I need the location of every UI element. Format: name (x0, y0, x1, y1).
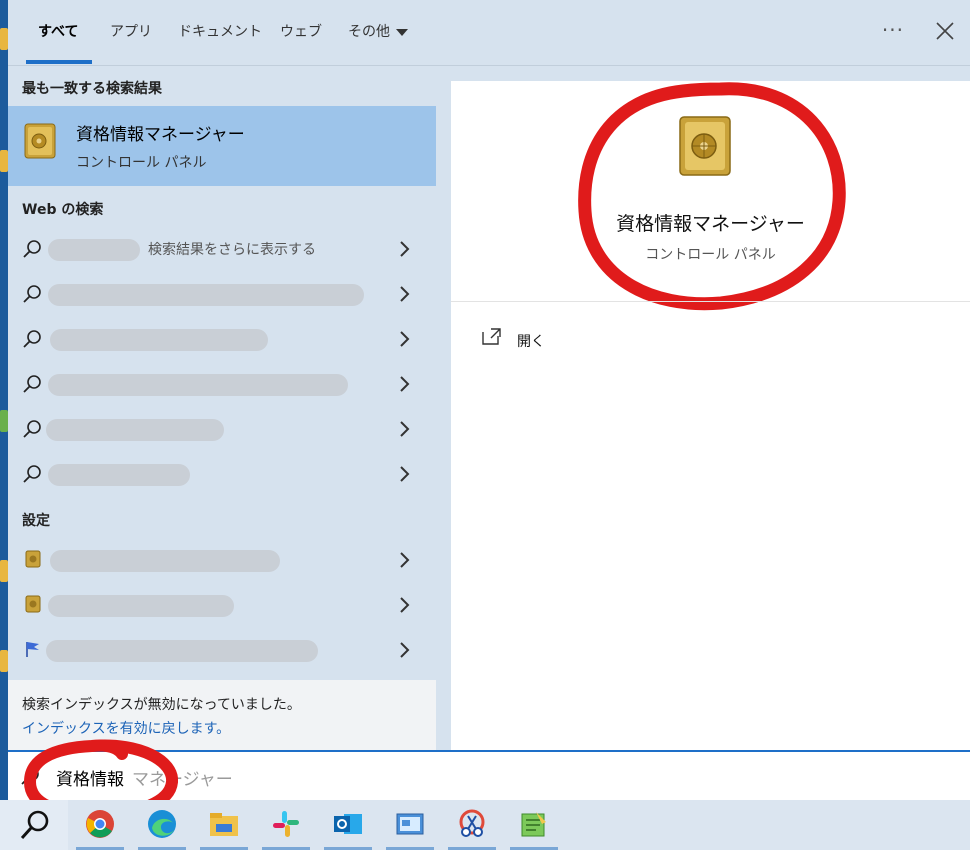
settings-result-row[interactable] (8, 628, 436, 672)
open-label: 開く (517, 334, 545, 350)
chrome-icon[interactable] (76, 808, 124, 850)
web-search-heading: Web の検索 (22, 202, 104, 218)
detail-subtitle: コントロール パネル (645, 247, 776, 263)
settings-result-row[interactable] (8, 583, 436, 627)
desktop-icon[interactable] (0, 560, 8, 582)
tab-all[interactable]: すべて (38, 20, 78, 46)
desktop-icon[interactable] (0, 150, 8, 172)
redacted-text (50, 329, 268, 351)
tab-more[interactable]: その他 (348, 20, 408, 46)
snipping-tool-icon[interactable] (448, 808, 496, 850)
edge-icon[interactable] (138, 808, 186, 850)
chevron-right-icon (400, 597, 410, 613)
best-match-subtitle: コントロール パネル (76, 155, 207, 171)
detail-pane: 資格情報マネージャー コントロール パネル 開く (451, 81, 970, 750)
credential-manager-icon (25, 595, 41, 613)
chevron-right-icon (400, 286, 410, 302)
results-list: 最も一致する検索結果 資格情報マネージャー コントロール パネル Web の検索… (8, 66, 436, 750)
web-result-row[interactable] (8, 362, 436, 406)
chevron-right-icon (400, 466, 410, 482)
search-autocomplete-hint: マネージャー (132, 770, 233, 790)
flag-icon (26, 642, 39, 657)
tab-web[interactable]: ウェブ (280, 20, 322, 46)
best-match-title: 資格情報マネージャー (76, 125, 245, 145)
search-icon (23, 240, 41, 258)
index-notice-text: 検索インデックスが無効になっていました。 (22, 697, 301, 713)
tab-apps[interactable]: アプリ (110, 20, 152, 46)
search-box[interactable]: 資格情報 マネージャー (8, 750, 970, 800)
chevron-right-icon (400, 241, 410, 257)
web-result-row[interactable]: 検索結果をさらに表示する (8, 227, 436, 271)
chevron-right-icon (400, 376, 410, 392)
best-match-item[interactable]: 資格情報マネージャー コントロール パネル (8, 106, 436, 186)
search-icon (23, 330, 41, 348)
redacted-text (48, 464, 190, 486)
web-result-row[interactable] (8, 407, 436, 451)
search-icon (21, 767, 39, 785)
search-icon (23, 420, 41, 438)
redacted-text (48, 239, 140, 261)
search-tabs: すべて アプリ ドキュメント ウェブ その他 ··· (8, 0, 970, 66)
search-icon (23, 465, 41, 483)
redacted-text (48, 284, 364, 306)
search-icon (23, 375, 41, 393)
start-search-panel: すべて アプリ ドキュメント ウェブ その他 ··· 最も一致する検索結果 資格… (8, 0, 970, 800)
chevron-right-icon (400, 642, 410, 658)
file-explorer-icon[interactable] (200, 808, 248, 850)
web-result-row[interactable] (8, 317, 436, 361)
enable-index-link[interactable]: インデックスを有効に戻します。 (22, 718, 230, 738)
redacted-text (50, 550, 280, 572)
control-panel-icon[interactable] (386, 808, 434, 850)
notepad-icon[interactable] (510, 808, 558, 850)
desktop-icon[interactable] (0, 650, 8, 672)
desktop-edge (0, 0, 8, 800)
credential-manager-icon (679, 116, 731, 176)
tab-more-label: その他 (348, 24, 390, 40)
redacted-text (46, 419, 224, 441)
taskbar-search-button[interactable] (0, 800, 68, 850)
redacted-text (48, 374, 348, 396)
search-icon (20, 810, 49, 840)
credential-manager-icon (24, 123, 56, 159)
close-icon[interactable] (934, 20, 956, 42)
open-external-icon (482, 328, 501, 345)
chevron-right-icon (400, 331, 410, 347)
taskbar (0, 800, 970, 850)
desktop-icon[interactable] (0, 410, 8, 432)
desktop-icon[interactable] (0, 28, 8, 50)
redacted-text (48, 595, 234, 617)
divider (451, 301, 970, 302)
chevron-right-icon (400, 421, 410, 437)
web-result-row[interactable] (8, 272, 436, 316)
settings-result-row[interactable] (8, 538, 436, 582)
slack-icon[interactable] (262, 808, 310, 850)
index-notice: 検索インデックスが無効になっていました。 インデックスを有効に戻します。 (8, 680, 436, 750)
active-tab-indicator (26, 60, 92, 64)
chevron-right-icon (400, 552, 410, 568)
ellipsis-icon[interactable]: ··· (882, 18, 904, 42)
settings-heading: 設定 (22, 513, 50, 529)
search-query-text: 資格情報 (56, 770, 124, 790)
tab-documents[interactable]: ドキュメント (178, 20, 262, 46)
best-match-heading: 最も一致する検索結果 (22, 81, 162, 97)
chevron-down-icon (396, 28, 408, 36)
show-more-results-text: 検索結果をさらに表示する (148, 242, 316, 258)
search-icon (23, 285, 41, 303)
web-result-row[interactable] (8, 452, 436, 496)
outlook-icon[interactable] (324, 808, 372, 850)
detail-title: 資格情報マネージャー (616, 213, 805, 235)
credential-manager-icon (25, 550, 41, 568)
redacted-text (46, 640, 318, 662)
